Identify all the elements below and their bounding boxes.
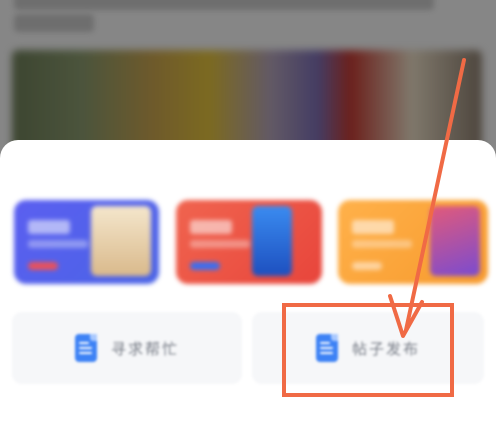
promo-card-3[interactable]: [338, 200, 488, 284]
document-icon: [74, 334, 97, 362]
promo-card-text: [190, 240, 250, 248]
promo-card-image: [430, 206, 480, 276]
promo-cards: [0, 200, 496, 290]
promo-card-tag: [190, 220, 232, 234]
promo-card-text: [28, 240, 88, 248]
promo-card-button: [190, 262, 220, 270]
promo-card-button: [28, 262, 58, 270]
highlight-box: [282, 303, 454, 397]
promo-card-button: [352, 262, 382, 270]
seek-help-button[interactable]: 寻求帮忙: [12, 312, 242, 384]
seek-help-label: 寻求帮忙: [110, 339, 179, 358]
modal-overlay[interactable]: [0, 0, 496, 160]
promo-card-image: [252, 206, 292, 276]
promo-card-tag: [28, 220, 70, 234]
promo-card-image: [91, 206, 151, 276]
promo-card-1[interactable]: [14, 200, 159, 284]
promo-card-text: [352, 240, 412, 248]
promo-card-2[interactable]: [176, 200, 322, 284]
promo-card-tag: [352, 220, 394, 234]
